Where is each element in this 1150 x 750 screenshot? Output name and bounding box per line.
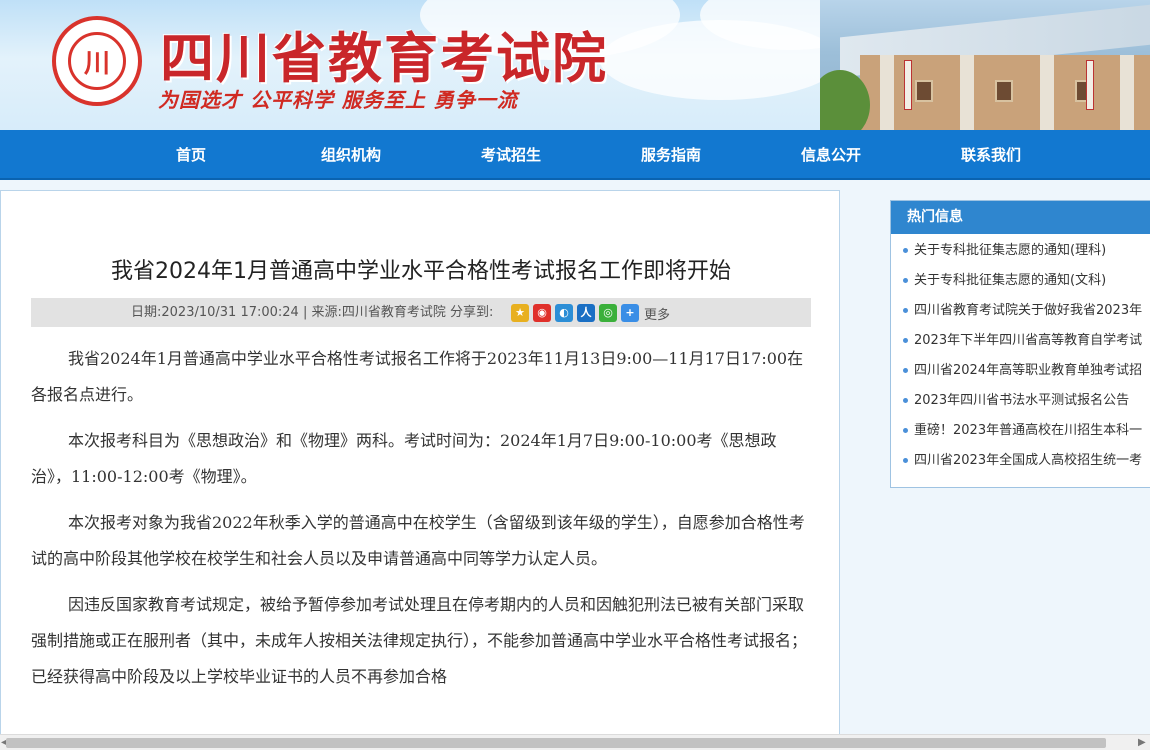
list-item[interactable]: 四川省2023年全国成人高校招生统一考 — [891, 446, 1150, 476]
renren-share-icon[interactable]: 人 — [577, 304, 595, 322]
site-title: 四川省教育考试院 — [160, 27, 608, 90]
list-item[interactable]: 关于专科批征集志愿的通知(理科) — [891, 236, 1150, 266]
bullet-icon — [903, 458, 908, 463]
logo-icon[interactable]: 川 — [52, 16, 142, 106]
bullet-icon — [903, 308, 908, 313]
article-paragraph: 本次报考科目为《思想政治》和《物理》两科。考试时间为：2024年1月7日9:00… — [31, 431, 777, 486]
list-item-label[interactable]: 关于专科批征集志愿的通知(文科) — [914, 273, 1106, 288]
share-icons: ★ ◉ ◐ 人 ◎ + 更多 — [511, 303, 670, 323]
wechat-share-icon[interactable]: ◎ — [599, 304, 617, 322]
list-item[interactable]: 重磅！2023年普通高校在川招生本科一 — [891, 416, 1150, 446]
list-item-label[interactable]: 四川省2024年高等职业教育单独考试招 — [914, 363, 1142, 378]
site-motto: 为国选才 公平科学 服务至上 勇争一流 — [158, 88, 518, 112]
list-item-label[interactable]: 重磅！2023年普通高校在川招生本科一 — [914, 423, 1142, 438]
list-item[interactable]: 2023年下半年四川省高等教育自学考试 — [891, 326, 1150, 356]
article-body: 我省2024年1月普通高中学业水平合格性考试报名工作将于2023年11月13日9… — [31, 341, 811, 705]
nav-item-contact[interactable]: 联系我们 — [941, 130, 1041, 180]
list-item-label[interactable]: 2023年四川省书法水平测试报名公告 — [914, 393, 1129, 408]
sidebar-heading: 热门信息 — [891, 201, 1150, 234]
more-share-icon[interactable]: + — [621, 304, 639, 322]
site-header: 川 四川省教育考试院 为国选才 公平科学 服务至上 勇争一流 — [0, 0, 1150, 130]
article-title: 我省2024年1月普通高中学业水平合格性考试报名工作即将开始 — [111, 259, 731, 284]
hot-info-list: 关于专科批征集志愿的通知(理科) 关于专科批征集志愿的通知(文科) 四川省教育考… — [891, 236, 1150, 476]
qzone-share-icon[interactable]: ★ — [511, 304, 529, 322]
bullet-icon — [903, 368, 908, 373]
more-share-label[interactable]: 更多 — [644, 304, 670, 323]
article-meta-bar: 日期:2023/10/31 17:00:24 | 来源:四川省教育考试院 分享到… — [31, 298, 811, 327]
article-paragraph: 我省2024年1月普通高中学业水平合格性考试报名工作将于2023年11月13日9… — [31, 349, 804, 404]
list-item[interactable]: 四川省2024年高等职业教育单独考试招 — [891, 356, 1150, 386]
list-item-label[interactable]: 2023年下半年四川省高等教育自学考试 — [914, 333, 1142, 348]
bullet-icon — [903, 338, 908, 343]
list-item-label[interactable]: 四川省2023年全国成人高校招生统一考 — [914, 453, 1142, 468]
nav-item-home[interactable]: 首页 — [141, 130, 241, 180]
horizontal-scrollbar[interactable]: ◀ ▶ — [0, 734, 1150, 750]
article-paragraph: 因违反国家教育考试规定，被给予暂停参加考试处理且在停考期内的人员和因触犯刑法已被… — [31, 595, 808, 686]
hot-info-sidebar: 热门信息 关于专科批征集志愿的通知(理科) 关于专科批征集志愿的通知(文科) 四… — [890, 200, 1150, 488]
main-nav: 首页 组织机构 考试招生 服务指南 信息公开 联系我们 — [0, 130, 1150, 180]
bullet-icon — [903, 248, 908, 253]
scrollbar-thumb[interactable] — [6, 738, 1106, 748]
bullet-icon — [903, 398, 908, 403]
scroll-right-icon[interactable]: ▶ — [1138, 737, 1146, 748]
list-item[interactable]: 2023年四川省书法水平测试报名公告 — [891, 386, 1150, 416]
nav-item-exams[interactable]: 考试招生 — [461, 130, 561, 180]
bullet-icon — [903, 278, 908, 283]
weibo-share-icon[interactable]: ◉ — [533, 304, 551, 322]
list-item[interactable]: 关于专科批征集志愿的通知(文科) — [891, 266, 1150, 296]
nav-item-info-disclosure[interactable]: 信息公开 — [781, 130, 881, 180]
building-photo — [820, 0, 1150, 130]
list-item[interactable]: 四川省教育考试院关于做好我省2023年 — [891, 296, 1150, 326]
bullet-icon — [903, 428, 908, 433]
list-item-label[interactable]: 四川省教育考试院关于做好我省2023年 — [914, 303, 1142, 318]
list-item-label[interactable]: 关于专科批征集志愿的通知(理科) — [914, 243, 1106, 258]
article-panel: 我省2024年1月普通高中学业水平合格性考试报名工作即将开始 日期:2023/1… — [0, 190, 840, 750]
qq-weibo-share-icon[interactable]: ◐ — [555, 304, 573, 322]
nav-item-organization[interactable]: 组织机构 — [301, 130, 401, 180]
nav-item-service-guide[interactable]: 服务指南 — [621, 130, 721, 180]
article-meta: 日期:2023/10/31 17:00:24 | 来源:四川省教育考试院 分享到… — [131, 305, 494, 320]
article-paragraph: 本次报考对象为我省2022年秋季入学的普通高中在校学生（含留级到该年级的学生），… — [31, 513, 805, 568]
